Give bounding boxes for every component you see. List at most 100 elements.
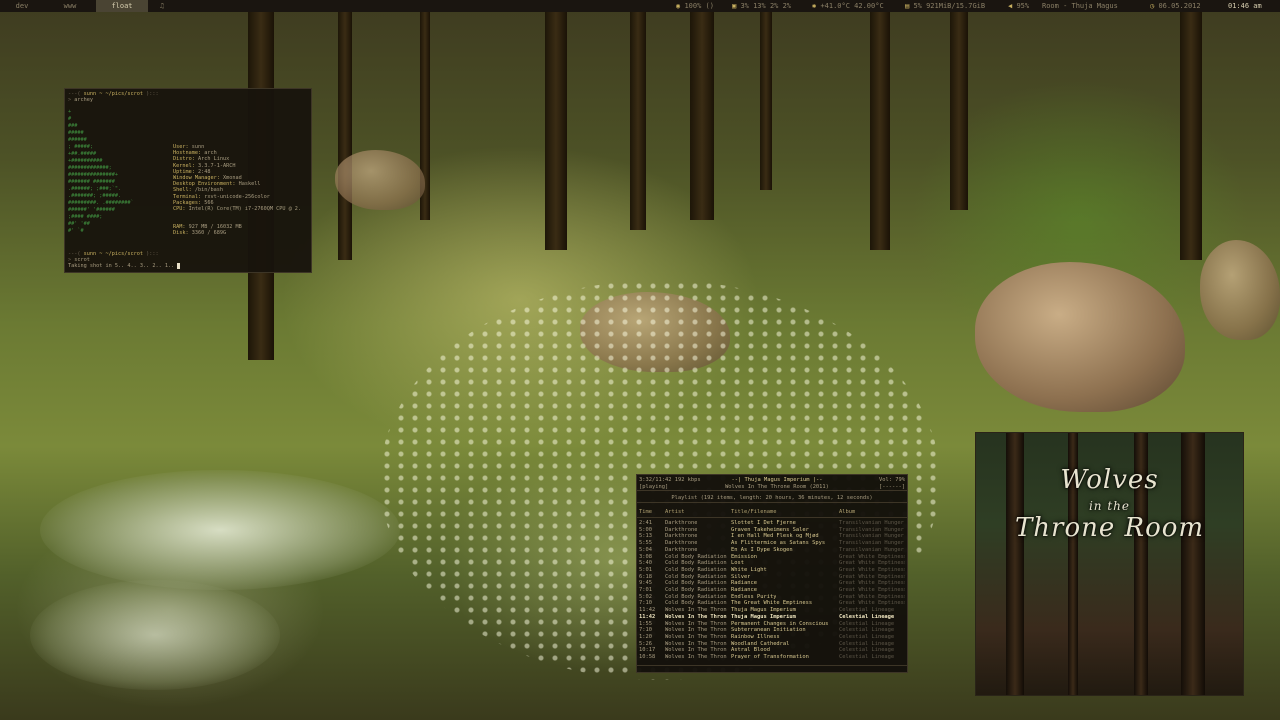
playlist-row[interactable]: 7:10 Cold Body Radiation The Great White E… bbox=[637, 600, 907, 607]
playlist-row[interactable]: 5:26 Wolves In The Thron Woodland Cathedra… bbox=[637, 641, 907, 648]
column-header-album[interactable]: Album bbox=[839, 509, 855, 516]
track-time: 7:10 bbox=[639, 627, 652, 634]
playlist-row[interactable]: 5:00 Darkthrone Graven Takeheimens Saler Tr… bbox=[637, 527, 907, 534]
playlist-row[interactable]: 1:20 Wolves In The Thron Rainbow Illness Ce… bbox=[637, 634, 907, 641]
track-time: 1:55 bbox=[639, 620, 652, 627]
track-album: Celestial Lineage bbox=[839, 627, 895, 634]
playlist-row[interactable]: 10:17 Wolves In The Thron Astral Blood Cele… bbox=[637, 647, 907, 654]
playlist-row[interactable]: 5:02 Cold Body Radiation Endless Purity Gre… bbox=[637, 594, 907, 601]
track-title: Subterranean Initiation bbox=[731, 627, 806, 634]
info-key: Kernel: bbox=[173, 162, 195, 169]
track-time: 5:01 bbox=[639, 566, 652, 573]
tree-trunk bbox=[760, 0, 772, 190]
column-header-time[interactable]: Time bbox=[639, 509, 652, 516]
track-title: White Light bbox=[731, 566, 767, 573]
playlist-row[interactable]: 9:45 Cold Body Radiation Radiance Great Whi… bbox=[637, 580, 907, 587]
info-key: Disk: bbox=[173, 230, 189, 237]
now-playing: Room - Thuja Magus bbox=[1042, 2, 1118, 10]
track-artist: Wolves In The Thron bbox=[665, 620, 727, 627]
track-time: 6:18 bbox=[639, 573, 652, 580]
info-value: 927 MB / 16032 MB bbox=[188, 224, 242, 230]
track-title: Rainbow Illness bbox=[731, 633, 780, 640]
track-artist: Cold Body Radiation bbox=[665, 573, 727, 580]
playlist-row[interactable]: 2:41 Darkthrone Slottet I Det Fjerne Transi… bbox=[637, 520, 907, 527]
speaker-icon: ◉ bbox=[676, 2, 681, 10]
playlist-row[interactable]: 10:58 Wolves In The Thron Prayer of Transf… bbox=[637, 654, 907, 661]
track-title: Slottet I Det Fjerne bbox=[731, 520, 796, 526]
tree-trunk bbox=[545, 0, 567, 250]
terminal-window[interactable]: ---( sunn ~ ~/pics/scrot )::: > archey +… bbox=[64, 88, 312, 273]
track-album: Celestial Lineage bbox=[839, 633, 895, 640]
playlist-row[interactable]: 7:01 Cold Body Radiation Radiance Great Whi… bbox=[637, 587, 907, 594]
track-album: Great White Emptiness bbox=[839, 573, 905, 580]
progress-bar[interactable] bbox=[637, 665, 907, 666]
tree-trunk bbox=[1180, 0, 1202, 260]
track-album: Transilvanian Hunger bbox=[839, 540, 904, 547]
info-line: Desktop Environment: Haskell bbox=[173, 181, 260, 187]
divider bbox=[637, 490, 907, 491]
tree-trunk bbox=[950, 0, 968, 210]
thermometer-icon: ✱ bbox=[812, 2, 817, 10]
track-time: 5:55 bbox=[639, 540, 652, 547]
workspace-music[interactable]: ♫ bbox=[150, 0, 174, 12]
archey-art-line: # bbox=[68, 116, 72, 122]
info-line: Hostname: arch bbox=[173, 150, 217, 156]
track-album: Great White Emptiness bbox=[839, 593, 905, 600]
track-artist: Wolves In The Thron bbox=[665, 627, 727, 634]
info-value: Intel(R) Core(TM) i7-2760QM CPU @ 2. bbox=[188, 206, 302, 212]
track-time: 5:26 bbox=[639, 640, 652, 647]
column-header-title[interactable]: Title/Filename bbox=[731, 509, 776, 516]
info-value: 2:48 bbox=[198, 168, 211, 175]
track-time: 11:42 bbox=[639, 607, 656, 614]
track-title: Emission bbox=[731, 553, 757, 560]
workspace-www[interactable]: www bbox=[48, 0, 92, 12]
playlist-row[interactable]: 5:40 Cold Body Radiation Lost Great White E… bbox=[637, 560, 907, 567]
playlist-row[interactable]: 3:08 Cold Body Radiation Emission Great Whi… bbox=[637, 554, 907, 561]
track-time: 2:41 bbox=[639, 520, 652, 526]
track-title: Woodland Cathedral bbox=[731, 640, 790, 647]
track-time: 5:13 bbox=[639, 533, 652, 540]
workspace-dev[interactable]: dev bbox=[0, 0, 44, 12]
playlist-row[interactable]: 5:04 Darkthrone En As I Dype Skogen Transil… bbox=[637, 547, 907, 554]
info-value: Haskell bbox=[238, 181, 261, 188]
track-title: Thuja Magus Imperium bbox=[731, 607, 796, 614]
archey-art-line: ### bbox=[68, 123, 78, 129]
track-album: Great White Emptiness bbox=[839, 566, 905, 573]
song-title: --| Thuja Magus Imperium |-- bbox=[731, 477, 823, 483]
column-header-artist[interactable]: Artist bbox=[665, 509, 684, 516]
command-line: > archey bbox=[68, 97, 93, 103]
playlist-row[interactable]: 11:42 Wolves In The Thron Thuja Magus Impe… bbox=[637, 614, 907, 621]
playlist-row[interactable]: 5:13 Darkthrone I en Hall Med Flesk og Mjø… bbox=[637, 533, 907, 540]
track-artist: Wolves In The Thron bbox=[665, 613, 727, 620]
archey-art-line: #' `# bbox=[68, 228, 84, 234]
music-player-window[interactable]: 3:32/11:42 192 kbps --| Thuja Magus Impe… bbox=[636, 474, 908, 673]
info-value: sunn bbox=[191, 144, 205, 150]
track-album: Great White Emptiness bbox=[839, 580, 905, 587]
playlist-row[interactable]: 5:55 Darkthrone As Flittermice as Satans S… bbox=[637, 540, 907, 547]
divider bbox=[637, 517, 907, 518]
track-artist: Darkthrone bbox=[665, 546, 698, 553]
playlist-row[interactable]: 7:10 Wolves In The Thron Subterranean Init… bbox=[637, 627, 907, 634]
track-artist: Cold Body Radiation bbox=[665, 566, 727, 573]
playlist-row[interactable]: 11:42 Wolves In The Thron Thuja Magus Impe… bbox=[637, 607, 907, 614]
info-key: Terminal: bbox=[173, 193, 202, 200]
track-artist: Cold Body Radiation bbox=[665, 553, 727, 560]
archey-art-line: ####### ####### bbox=[68, 179, 115, 185]
track-title: Permanent Changes in Conscious bbox=[731, 620, 829, 627]
info-value: arch bbox=[204, 150, 217, 157]
memory-icon: ▤ bbox=[905, 2, 910, 10]
volume-widget: ◉ 100% () bbox=[676, 2, 714, 10]
workspace-float[interactable]: float bbox=[96, 0, 148, 12]
rock bbox=[335, 150, 425, 210]
track-artist: Wolves In The Thron bbox=[665, 640, 727, 647]
track-album: Celestial Lineage bbox=[839, 613, 895, 620]
playlist-row[interactable]: 6:18 Cold Body Radiation Silver Great White… bbox=[637, 574, 907, 581]
playlist-row[interactable]: 5:01 Cold Body Radiation White Light Great … bbox=[637, 567, 907, 574]
track-title: Lost bbox=[731, 560, 744, 567]
track-artist: Cold Body Radiation bbox=[665, 593, 727, 600]
track-album: Transilvanian Hunger bbox=[839, 546, 904, 553]
date-widget: ◷ 06.05.2012 bbox=[1150, 2, 1201, 10]
info-line: User: sunn bbox=[173, 144, 204, 150]
track-time: 5:40 bbox=[639, 560, 652, 567]
playlist-row[interactable]: 1:55 Wolves In The Thron Permanent Changes… bbox=[637, 621, 907, 628]
